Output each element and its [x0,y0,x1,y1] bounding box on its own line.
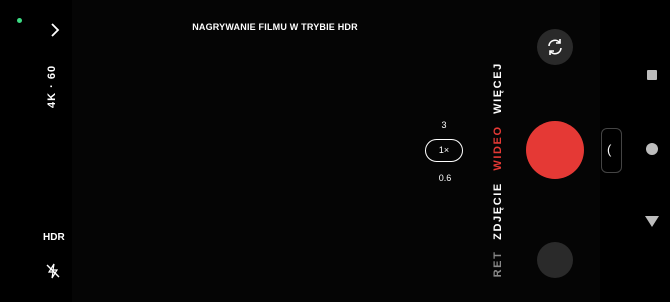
flash-off-icon[interactable] [45,263,61,279]
back-icon[interactable] [645,216,659,227]
hdr-recording-banner: NAGRYWANIE FILMU W TRYBIE HDR [192,22,358,32]
viewfinder[interactable] [72,0,600,302]
hdr-toggle[interactable]: HDR [43,232,65,243]
side-panel-handle[interactable]: ( [601,128,622,173]
gallery-thumbnail[interactable] [537,242,573,278]
mode-portrait[interactable]: RET [492,246,504,282]
switch-camera-button[interactable] [537,29,573,65]
switch-camera-icon [548,39,562,55]
zoom-option-0-6x[interactable]: 0.6 [434,173,456,183]
mode-video[interactable]: WIDEO [492,116,504,180]
record-button[interactable] [526,121,584,179]
resolution-fps-toggle[interactable]: 4K · 60 [38,60,68,110]
panel-handle-glyph: ( [607,142,612,157]
mode-more[interactable]: WIĘCEJ [492,56,504,120]
left-control-bar [0,0,72,302]
resolution-label: 4K · 60 [46,64,58,108]
zoom-current-1x[interactable]: 1× [425,139,463,162]
zoom-option-3x[interactable]: 3 [436,120,452,130]
home-icon[interactable] [646,143,658,155]
mode-photo[interactable]: ZDJĘCIE [492,179,504,243]
recents-icon[interactable] [647,70,657,80]
